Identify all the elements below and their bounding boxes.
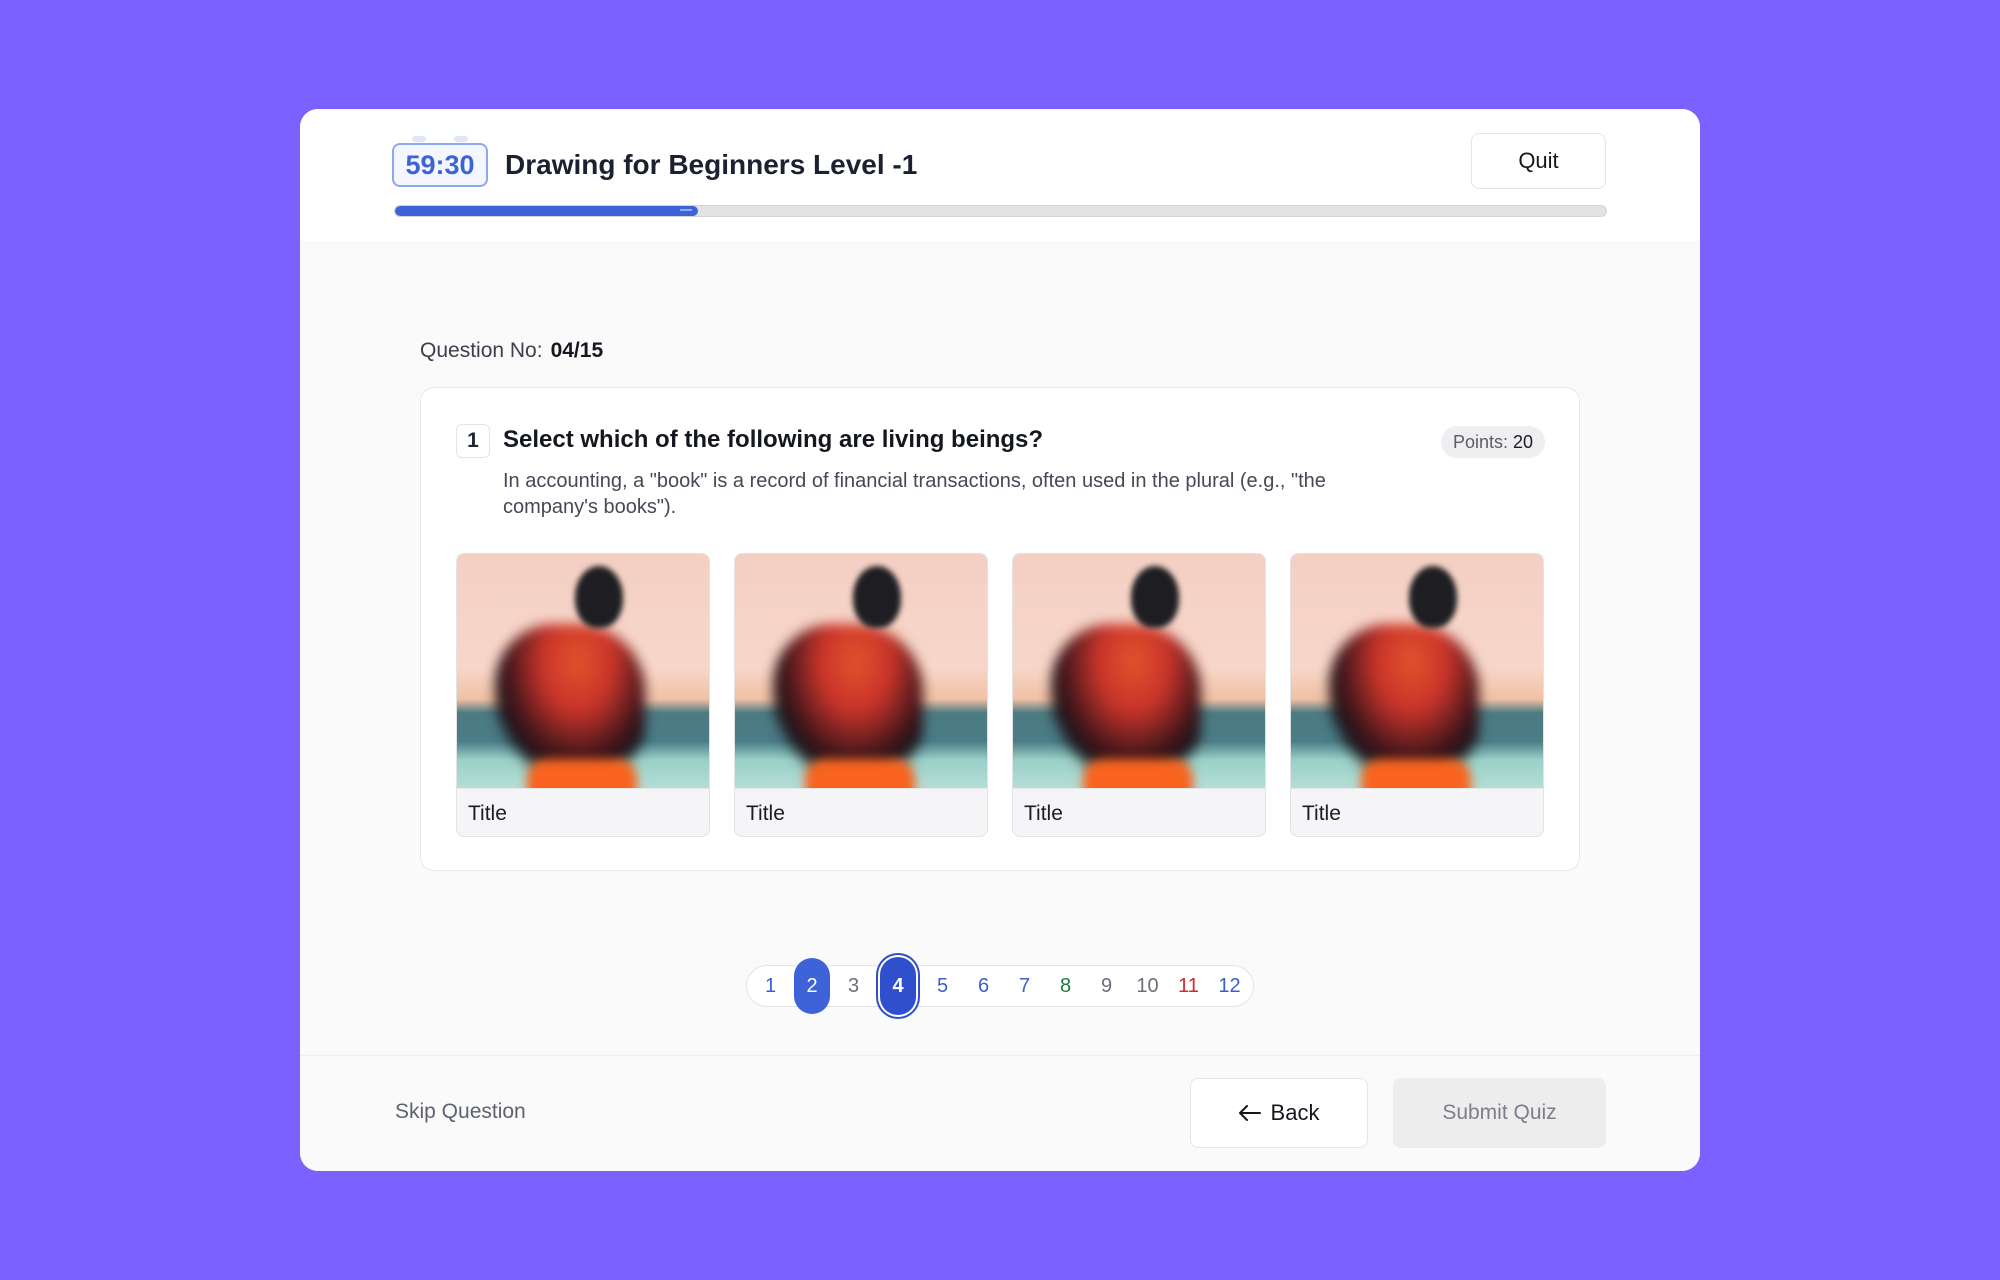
quiz-footer: Skip Question Back Submit Quiz [300,1055,1700,1171]
page-button-5[interactable]: 5 [922,966,963,1006]
progress-bar [394,205,1607,217]
option-title: Title [1013,788,1265,836]
answer-option[interactable]: Title [1012,553,1266,837]
question-title: Select which of the following are living… [503,426,1044,453]
question-number: Question No: 04/15 [420,339,603,363]
question-pagination: 1 2 3 4 5 6 7 8 9 10 11 12 [746,957,1254,1015]
quiz-title: Drawing for Beginners Level -1 [505,149,918,180]
answer-option[interactable]: Title [1290,553,1544,837]
option-title: Title [457,788,709,836]
page-button-6[interactable]: 6 [963,966,1004,1006]
question-description: In accounting, a "book" is a record of f… [503,470,1326,518]
arrow-left-icon [1238,1105,1261,1121]
quit-button[interactable]: Quit [1471,133,1606,189]
quiz-card: 59:30 Drawing for Beginners Level -1 Qui… [300,109,1700,1171]
page-button-4[interactable]: 4 [880,957,916,1015]
answer-option[interactable]: Title [456,553,710,837]
option-image [457,554,709,788]
page-button-3[interactable]: 3 [833,966,874,1006]
skip-question-link[interactable]: Skip Question [395,1100,526,1124]
page-button-1[interactable]: 1 [750,966,791,1006]
quiz-header: 59:30 Drawing for Beginners Level -1 Qui… [300,109,1700,241]
submit-quiz-button[interactable]: Submit Quiz [1393,1078,1606,1148]
timer-badge: 59:30 [392,136,488,187]
points-badge: Points: 20 [1440,426,1545,458]
option-title: Title [1291,788,1543,836]
option-image [1291,554,1543,788]
question-number-value: 04/15 [550,339,604,362]
answer-options: Title Title Title Title [456,553,1544,837]
back-label: Back [1270,1100,1320,1125]
page-button-2[interactable]: 2 [794,958,830,1014]
option-image [735,554,987,788]
answer-option[interactable]: Title [734,553,988,837]
page-button-11[interactable]: 11 [1168,966,1209,1006]
points-label: Points: [1452,431,1508,452]
page-button-9[interactable]: 9 [1086,966,1127,1006]
page-button-10[interactable]: 10 [1127,966,1168,1006]
page-button-7[interactable]: 7 [1004,966,1045,1006]
option-image [1013,554,1265,788]
progress-fill [395,206,698,216]
option-title: Title [735,788,987,836]
question-index-badge: 1 [456,424,490,458]
question-number-label: Question No: [420,339,543,362]
back-button[interactable]: Back [1190,1078,1368,1148]
page-button-8[interactable]: 8 [1045,966,1086,1006]
points-value: 20 [1512,431,1533,452]
question-card: 1 Select which of the following are livi… [420,387,1580,871]
page-button-12[interactable]: 12 [1209,966,1250,1006]
